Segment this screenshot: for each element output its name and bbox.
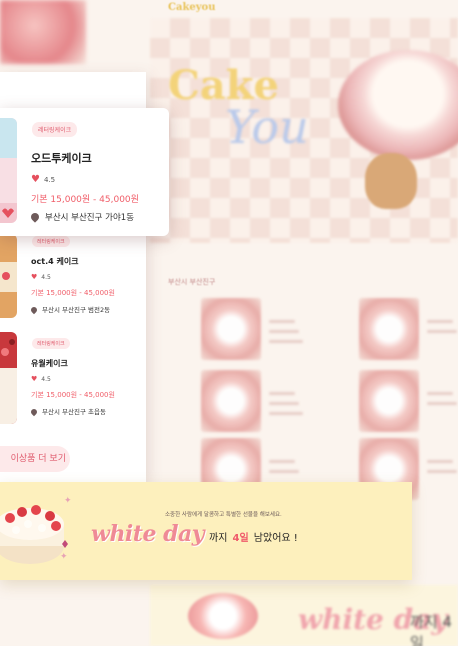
banner-days-left: 4일 <box>232 533 249 544</box>
product-name[interactable]: 오드투케이크 <box>31 150 92 166</box>
product-rating: ♥ 4.5 <box>31 375 51 383</box>
white-day-banner[interactable]: ✦ ✦ 소중한 사람에게 달콤하고 특별한 선물을 해보세요. white da… <box>0 482 412 580</box>
sparkle-icon: ✦ <box>64 496 72 506</box>
heart-icon: ♥ <box>31 174 40 185</box>
product-name[interactable]: oct.4 케이크 <box>31 256 79 267</box>
product-location: 부산시 부산진구 초읍동 <box>29 406 106 417</box>
hero-you-word: You <box>225 100 309 154</box>
product-price: 기본 15,000원 - 45,000원 <box>31 195 139 205</box>
product-thumbnail <box>0 332 17 424</box>
product-rating: ♥ 4.5 <box>31 273 51 281</box>
grid-product-card[interactable] <box>201 298 321 362</box>
location-text: 부산시 부산진구 초읍동 <box>42 408 106 416</box>
banner-title: white day <box>91 521 205 547</box>
banner-subtitle: 소중한 사람에게 달콤하고 특별한 선물을 해보세요. <box>165 512 282 518</box>
product-name[interactable]: 유월케이크 <box>31 358 68 369</box>
banner-msg-suffix: 남았어요 ! <box>253 533 298 544</box>
product-card[interactable]: 레터링케이크 유월케이크 ♥ 4.5 기본 15,000원 - 45,000원 부… <box>0 330 146 424</box>
category-badge: 레터링케이크 <box>32 236 70 247</box>
heart-icon: ♥ <box>31 375 38 383</box>
banner-msg-prefix: 까지 <box>209 533 228 544</box>
sparkle-icon: ✦ <box>60 552 68 562</box>
rating-value: 4.5 <box>41 376 51 383</box>
category-badge: 레터링케이크 <box>32 338 70 349</box>
location-text: 부산시 부산진구 가야1동 <box>45 213 135 223</box>
location-text: 부산시 부산진구 범전2동 <box>42 306 111 314</box>
product-rating: ♥ 4.5 <box>31 174 55 185</box>
background-cake-photo <box>0 0 86 64</box>
product-price: 기본 15,000원 - 45,000원 <box>31 289 115 297</box>
category-badge: 레터링케이크 <box>32 122 78 137</box>
rating-value: 4.5 <box>41 274 51 281</box>
heart-icon: ♥ <box>31 273 38 281</box>
product-thumbnail <box>0 234 17 318</box>
product-location: 부산시 부산진구 가야1동 <box>29 211 135 223</box>
location-filter[interactable]: 부산시 부산진구 <box>168 277 215 287</box>
product-price: 기본 15,000원 - 45,000원 <box>31 391 115 399</box>
rating-value: 4.5 <box>43 176 56 184</box>
product-location: 부산시 부산진구 범전2동 <box>29 304 111 315</box>
location-pin-icon <box>29 211 41 223</box>
location-pin-icon <box>29 305 39 315</box>
product-card[interactable]: 레터링케이크 oct.4 케이크 ♥ 4.5 기본 15,000원 - 45,00… <box>0 232 146 324</box>
site-logo[interactable]: Cakeyou <box>168 2 215 13</box>
background-white-day-tail: 까지 4일 <box>410 613 452 646</box>
location-pin-icon <box>29 407 39 417</box>
grid-product-card[interactable] <box>201 370 321 434</box>
more-products-button[interactable]: 이상품 더 보기 <box>0 446 70 472</box>
background-white-day-banner: white day 까지 4일 <box>150 585 458 646</box>
banner-headline: white day 까지 4일 남았어요 ! <box>91 521 298 547</box>
featured-product-card[interactable]: 레터링케이크 오드투케이크 ♥ 4.5 기본 15,000원 - 45,000원 … <box>0 108 169 236</box>
hero-bear-image <box>365 153 417 209</box>
grid-product-card[interactable] <box>359 298 458 362</box>
product-thumbnail <box>0 118 17 223</box>
grid-product-card[interactable] <box>359 370 458 434</box>
